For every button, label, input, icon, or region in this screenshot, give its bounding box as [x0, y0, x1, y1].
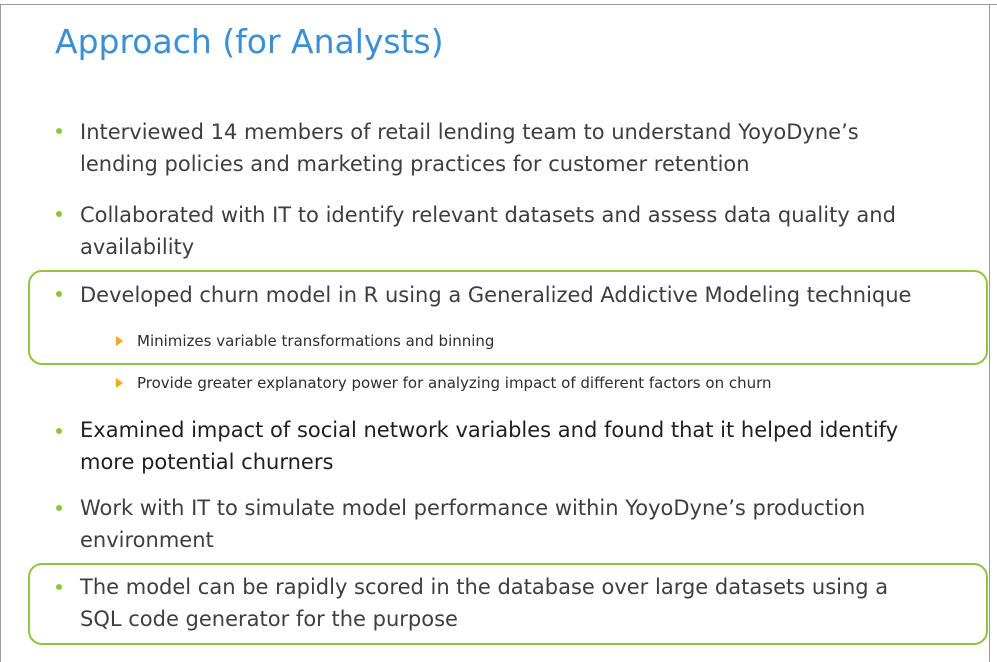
- bullet-line: Developed churn model in R using a Gener…: [80, 283, 912, 307]
- bullet-simulate-performance: Work with IT to simulate model performan…: [80, 492, 970, 556]
- bullet-social-network: Examined impact of social network variab…: [80, 414, 970, 478]
- sub-bullet-explanatory-power: Provide greater explanatory power for an…: [137, 374, 772, 392]
- bullet-line: Examined impact of social network variab…: [80, 418, 899, 442]
- bullet-line: Collaborated with IT to identify relevan…: [80, 203, 896, 227]
- bullet-line: Interviewed 14 members of retail lending…: [80, 120, 859, 144]
- green-dot-icon: [56, 128, 62, 134]
- bullet-line: availability: [80, 235, 195, 259]
- sub-bullet-transformations: Minimizes variable transformations and b…: [137, 332, 495, 350]
- green-dot-icon: [56, 211, 62, 217]
- green-dot-icon: [56, 428, 62, 434]
- green-dot-icon: [56, 505, 62, 511]
- orange-triangle-icon: [116, 336, 123, 346]
- bullet-sql-scoring: The model can be rapidly scored in the d…: [80, 571, 970, 635]
- bullet-collaborated: Collaborated with IT to identify relevan…: [80, 199, 970, 263]
- bullet-line: SQL code generator for the purpose: [80, 607, 458, 631]
- green-dot-icon: [56, 584, 62, 590]
- green-dot-icon: [56, 291, 62, 297]
- slide-border-left: [0, 4, 1, 662]
- bullet-line: more potential churners: [80, 450, 334, 474]
- bullet-line: The model can be rapidly scored in the d…: [80, 575, 889, 599]
- slide: Approach (for Analysts) Interviewed 14 m…: [0, 0, 997, 662]
- slide-border-right: [989, 4, 990, 662]
- orange-triangle-icon: [116, 378, 123, 388]
- bullet-line: lending policies and marketing practices…: [80, 152, 750, 176]
- bullet-line: Work with IT to simulate model performan…: [80, 496, 866, 520]
- bullet-churn-model: Developed churn model in R using a Gener…: [80, 279, 970, 311]
- bullet-interviews: Interviewed 14 members of retail lending…: [80, 116, 970, 180]
- bullet-line: environment: [80, 528, 214, 552]
- slide-title: Approach (for Analysts): [55, 22, 444, 61]
- slide-border-top: [0, 4, 997, 5]
